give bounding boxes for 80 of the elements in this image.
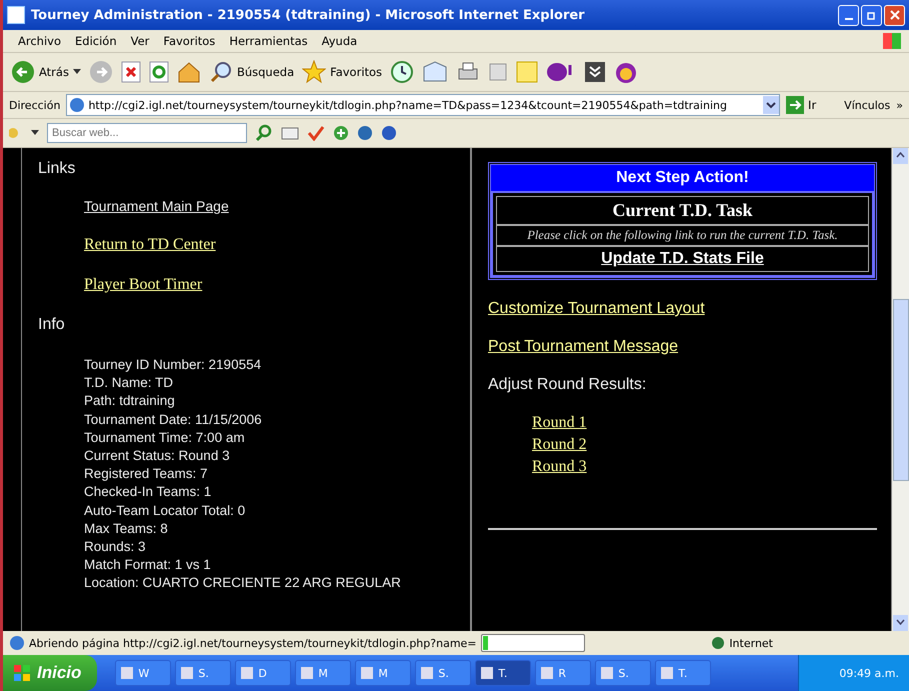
envelope-icon[interactable] <box>281 125 299 141</box>
info-line: Match Format: 1 vs 1 <box>84 556 212 574</box>
close-icon <box>890 10 900 20</box>
taskbar-button[interactable]: W <box>115 660 172 686</box>
home-icon[interactable] <box>176 60 201 84</box>
close-button[interactable] <box>884 4 905 26</box>
restore-icon <box>866 10 876 20</box>
info-line: T.D. Name: TD <box>84 374 174 392</box>
taskbar-button[interactable]: T. <box>655 660 712 686</box>
search-icon <box>208 60 233 84</box>
taskbar-button[interactable]: T. <box>475 660 532 686</box>
address-field[interactable]: http://cgi2.igl.net/tourneysystem/tourneykit/tdlogin.php?name=TD&pass=1234&tcount=2190554&path=tdtraining <box>66 94 780 116</box>
menu-item[interactable]: Ayuda <box>314 34 364 48</box>
round-link[interactable]: Round 3 <box>532 456 587 478</box>
info-line: Location: CUARTO CRECIENTE 22 ARG REGULAR <box>84 574 402 592</box>
taskbar-button[interactable]: S. <box>595 660 652 686</box>
back-button[interactable]: Atrás <box>11 60 81 84</box>
page-link[interactable]: Return to TD Center <box>84 236 216 254</box>
page-link[interactable]: Player Boot Timer <box>84 276 202 294</box>
links-label[interactable]: Vínculos <box>844 98 890 112</box>
section-heading: Info <box>38 316 66 334</box>
task-description: Please click on the following link to run the current T.D. Task. <box>496 225 869 246</box>
menu-item[interactable]: Herramientas <box>222 34 315 48</box>
action-link[interactable]: Post Tournament Message <box>488 338 678 356</box>
zone-label: Internet <box>711 636 773 650</box>
caret-icon[interactable] <box>31 130 39 136</box>
task-heading: Current T.D. Task <box>496 196 869 225</box>
favorites-button[interactable]: Favoritos <box>302 60 382 84</box>
info-line: Auto-Team Locator Total: 0 <box>84 502 246 520</box>
go-button[interactable]: Ir <box>786 96 816 114</box>
scrollbar[interactable] <box>892 148 909 631</box>
minimize-icon <box>844 18 852 20</box>
info-line: Path: tdtraining <box>84 392 176 410</box>
arrow-right-icon <box>786 96 804 114</box>
menu-item[interactable]: Edición <box>68 34 124 48</box>
stop-icon[interactable] <box>120 61 141 83</box>
section-heading: Links <box>38 160 76 178</box>
address-label: Dirección <box>9 98 60 112</box>
dropdown-icon[interactable] <box>763 96 780 114</box>
search-button[interactable]: Búsqueda <box>208 60 294 84</box>
round-link[interactable]: Round 2 <box>532 434 587 456</box>
panel-title: Next Step Action! <box>491 165 874 191</box>
window-title: Tourney Administration - 2190554 (tdtraining) - Microsoft Internet Explorer <box>31 8 586 22</box>
info-line: Rounds: 3 <box>84 538 147 556</box>
info-line: Tournament Time: 7:00 am <box>84 428 246 447</box>
taskbar-button[interactable]: M <box>355 660 412 686</box>
menu-item[interactable]: Ver <box>124 34 156 48</box>
action-link[interactable]: Customize Tournament Layout <box>488 300 705 318</box>
refresh-icon[interactable] <box>148 61 169 83</box>
plus-icon[interactable] <box>333 125 349 141</box>
history-icon[interactable] <box>390 60 414 84</box>
search-icon[interactable] <box>255 124 273 142</box>
more-chevron[interactable]: » <box>896 98 903 112</box>
search-field[interactable]: Buscar web... <box>47 123 247 143</box>
info-line: Checked-In Teams: 1 <box>84 483 212 502</box>
circle-icon[interactable] <box>357 125 373 141</box>
info-line: Max Teams: 8 <box>84 520 169 538</box>
page-link[interactable]: Tournament Main Page <box>84 198 229 214</box>
info-line: Tournament Date: 11/15/2006 <box>84 410 263 429</box>
caret-icon <box>72 69 81 75</box>
info-line: Current Status: Round 3 <box>84 447 231 466</box>
clock: 09:49 a.m. <box>839 666 899 680</box>
download-icon[interactable] <box>584 61 606 83</box>
status-text: Abriendo página http://cgi2.igl.net/tourneysystem/tourneykit/tdlogin.php?name= <box>29 636 477 650</box>
taskbar-button[interactable]: M <box>295 660 352 686</box>
taskbar-button[interactable]: R <box>535 660 592 686</box>
menu-item[interactable]: Favoritos <box>156 34 222 48</box>
checkmark-icon[interactable] <box>307 125 325 141</box>
info-line: Tourney ID Number: 2190554 <box>84 356 262 374</box>
taskbar-button[interactable]: S. <box>415 660 472 686</box>
round-link[interactable]: Round 1 <box>532 412 587 434</box>
globe-icon <box>711 636 726 650</box>
taskbar-button[interactable]: D <box>235 660 292 686</box>
star-icon <box>302 60 326 84</box>
taskbar-button[interactable]: S. <box>175 660 232 686</box>
minimize-button[interactable] <box>838 4 859 26</box>
restore-button[interactable] <box>861 4 882 26</box>
section-heading: Adjust Round Results: <box>488 376 648 394</box>
menu-item[interactable]: Archivo <box>11 34 68 48</box>
info-line: Registered Teams: 7 <box>84 465 209 484</box>
